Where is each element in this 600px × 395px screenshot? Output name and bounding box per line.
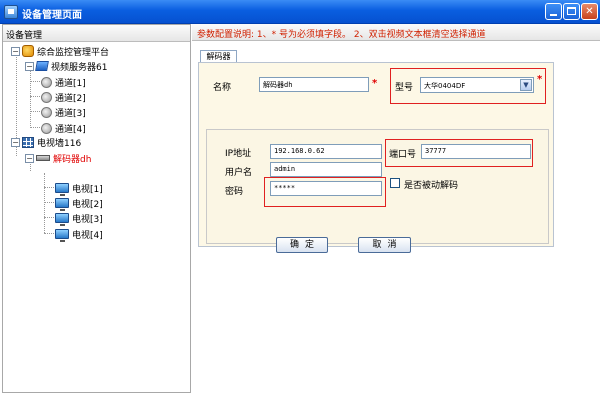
tree-tv[interactable]: 电视[1]: [55, 181, 103, 196]
model-select[interactable]: 大华0404DF ▼: [420, 77, 534, 93]
config-hint: 参数配置说明: 1、* 号为必须填字段。 2、双击视频文本框清空选择通道: [192, 24, 600, 41]
tv-label: 电视[4]: [72, 230, 103, 241]
camera-channel-icon: [41, 91, 52, 103]
tv-icon: [55, 198, 69, 211]
camera-channel-icon: [41, 106, 52, 118]
tree-root-label: 综合监控管理平台: [37, 47, 110, 58]
channel-label: 通道[3]: [55, 108, 86, 119]
tree-tv[interactable]: 电视[2]: [55, 196, 103, 211]
model-label: 型号: [395, 83, 414, 93]
collapse-icon[interactable]: −: [11, 46, 20, 56]
tree-channel[interactable]: 通道[2]: [41, 90, 86, 104]
window-title: 设备管理页面: [22, 10, 82, 21]
model-value: 大华0404DF: [424, 82, 466, 90]
tree-line: [44, 202, 54, 203]
tree-line: [30, 81, 40, 82]
tree-line: [30, 127, 40, 128]
tree-line: [44, 173, 45, 233]
passive-decode-checkbox[interactable]: [390, 178, 400, 188]
title-bar: 设备管理页面 ✕: [0, 0, 600, 24]
passive-decode-label: 是否被动解码: [404, 181, 459, 191]
chevron-down-icon[interactable]: ▼: [520, 79, 532, 91]
ok-button[interactable]: 确定: [276, 237, 328, 253]
name-input[interactable]: 解码器dh: [259, 77, 369, 92]
app-icon: [4, 5, 18, 19]
channel-label: 通道[2]: [55, 93, 86, 104]
tree-channel[interactable]: 通道[1]: [41, 75, 86, 89]
minimize-button[interactable]: [545, 3, 562, 20]
tree-line: [44, 217, 54, 218]
close-button[interactable]: ✕: [581, 3, 598, 20]
minimize-icon: [550, 14, 557, 16]
username-input[interactable]: admin: [270, 162, 382, 177]
password-label: 密码: [225, 187, 244, 197]
tree-line: [44, 233, 54, 234]
tree-line: [30, 68, 31, 128]
collapse-icon[interactable]: −: [11, 137, 20, 147]
tree-tv[interactable]: 电视[4]: [55, 227, 103, 242]
config-panel: 参数配置说明: 1、* 号为必须填字段。 2、双击视频文本框清空选择通道 解码器…: [192, 24, 600, 395]
tree-line: [30, 96, 40, 97]
tree-line: [30, 111, 40, 112]
decoder-form: 名称 解码器dh * 型号 大华0404DF ▼ * IP地址 192.168.…: [198, 62, 554, 247]
ip-label: IP地址: [225, 149, 252, 159]
channel-label: 通道[4]: [55, 124, 86, 135]
decoder-label: 解码器dh: [53, 154, 92, 165]
tree-channel[interactable]: 通道[3]: [41, 105, 86, 119]
tv-icon: [55, 213, 69, 226]
tree-channel[interactable]: 通道[4]: [41, 121, 86, 135]
maximize-button[interactable]: [563, 3, 580, 20]
tree-root[interactable]: − 综合监控管理平台: [11, 44, 109, 58]
tree-tv[interactable]: 电视[3]: [55, 211, 103, 226]
username-label: 用户名: [225, 168, 253, 178]
video-server-icon: [35, 61, 49, 71]
channel-label: 通道[1]: [55, 78, 86, 89]
device-tree-panel: 设备管理 − 综合监控管理平台 − 视频服务器61 通道[1] 通道[2] 通道…: [2, 24, 191, 393]
tv-label: 电视[1]: [72, 184, 103, 195]
tv-icon: [55, 229, 69, 242]
camera-channel-icon: [41, 122, 52, 134]
collapse-icon[interactable]: −: [25, 153, 34, 163]
name-label: 名称: [213, 83, 232, 93]
maximize-icon: [567, 7, 576, 15]
password-input[interactable]: *****: [270, 181, 382, 196]
video-server-label: 视频服务器61: [51, 62, 108, 73]
port-label: 端口号: [389, 150, 417, 160]
port-input[interactable]: 37777: [421, 144, 531, 159]
collapse-icon[interactable]: −: [25, 61, 34, 71]
tree-line: [44, 187, 54, 188]
tv-icon: [55, 183, 69, 196]
decoder-icon: [36, 155, 50, 161]
tv-wall-icon: [22, 136, 34, 148]
required-mark: *: [537, 74, 543, 85]
tree-decoder[interactable]: − 解码器dh: [25, 151, 91, 165]
platform-icon: [22, 45, 34, 57]
tv-label: 电视[3]: [72, 214, 103, 225]
ip-input[interactable]: 192.168.0.62: [270, 144, 382, 159]
device-management-header: 设备管理: [3, 25, 190, 42]
cancel-button[interactable]: 取消: [358, 237, 411, 253]
required-mark: *: [372, 78, 378, 89]
tv-label: 电视[2]: [72, 199, 103, 210]
tree-video-server[interactable]: − 视频服务器61: [25, 59, 107, 73]
tv-wall-label: 电视墙116: [37, 138, 82, 149]
camera-channel-icon: [41, 76, 52, 88]
tree-tv-wall[interactable]: − 电视墙116: [11, 135, 81, 149]
